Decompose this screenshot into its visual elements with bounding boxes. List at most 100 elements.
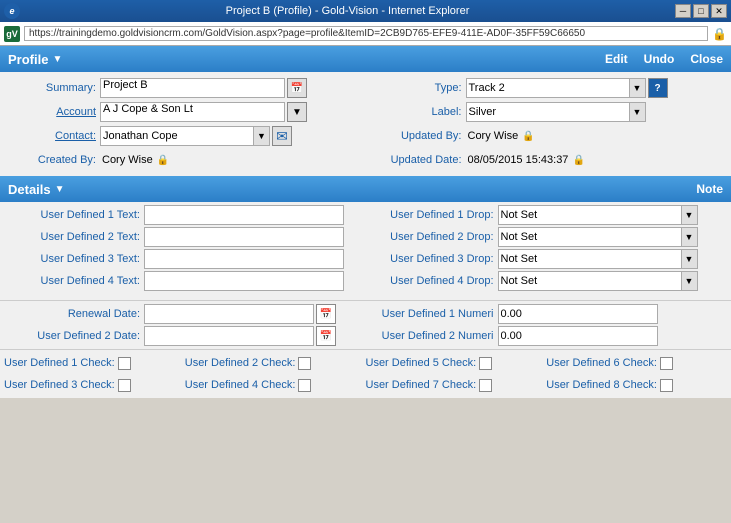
type-combo[interactable]: Track 2 ▼ xyxy=(466,78,646,98)
check-box-1-1[interactable] xyxy=(118,357,131,370)
date-input-2[interactable] xyxy=(144,326,314,346)
text-field-left-2: User Defined 2 Text: xyxy=(0,227,368,247)
details-text-drop-rows: User Defined 1 Text: User Defined 1 Drop… xyxy=(0,204,731,292)
drop-field-right-3: User Defined 3 Drop: Not Set ▼ xyxy=(368,249,731,269)
details-row-2: User Defined 2 Text: User Defined 2 Drop… xyxy=(0,226,731,248)
type-help-button[interactable]: ? xyxy=(648,78,668,98)
drop-combo-3[interactable]: Not Set ▼ xyxy=(498,249,698,269)
check-label-2-4: User Defined 8 Check: xyxy=(546,379,657,391)
check-item-1-2: User Defined 2 Check: xyxy=(185,357,366,370)
check-box-2-1[interactable] xyxy=(118,379,131,392)
drop-combo-2[interactable]: Not Set ▼ xyxy=(498,227,698,247)
label-label: Label: xyxy=(366,106,466,118)
drop-combo-4[interactable]: Not Set ▼ xyxy=(498,271,698,291)
numeric-input-2[interactable] xyxy=(498,326,658,346)
check-box-2-2[interactable] xyxy=(298,379,311,392)
account-input[interactable]: A J Cope & Son Lt xyxy=(100,102,285,122)
text-label-2: User Defined 2 Text: xyxy=(4,231,144,243)
check-label-2-3: User Defined 7 Check: xyxy=(366,379,477,391)
check-item-2-2: User Defined 4 Check: xyxy=(185,379,366,392)
details-row-3: User Defined 3 Text: User Defined 3 Drop… xyxy=(0,248,731,270)
minimize-button[interactable]: ─ xyxy=(675,4,691,18)
drop-combo-arrow-1[interactable]: ▼ xyxy=(681,206,697,224)
drop-combo-1[interactable]: Not Set ▼ xyxy=(498,205,698,225)
type-label: Type: xyxy=(366,82,466,94)
label-combo-arrow[interactable]: ▼ xyxy=(629,103,645,121)
created-by-row: Created By: Cory Wise 🔒 Updated Date: 08… xyxy=(0,148,731,172)
drop-combo-arrow-2[interactable]: ▼ xyxy=(681,228,697,246)
profile-title: Profile ▼ xyxy=(8,52,62,67)
profile-dropdown-icon[interactable]: ▼ xyxy=(52,54,62,65)
note-button[interactable]: Note xyxy=(696,182,723,196)
drop-label-1: User Defined 1 Drop: xyxy=(368,209,498,221)
check-box-1-3[interactable] xyxy=(479,357,492,370)
contact-label[interactable]: Contact: xyxy=(0,130,100,142)
contact-left: Contact: Jonathan Cope ▼ ✉ xyxy=(0,126,366,146)
account-picker-button[interactable]: ▼ xyxy=(287,102,307,122)
date-left-1: Renewal Date: 📅 xyxy=(0,304,368,324)
check-rows: User Defined 1 Check: User Defined 2 Che… xyxy=(0,352,731,396)
summary-input[interactable]: Project B xyxy=(100,78,285,98)
text-input-4[interactable] xyxy=(144,271,344,291)
check-box-2-4[interactable] xyxy=(660,379,673,392)
date-picker-btn-1[interactable]: 📅 xyxy=(316,304,336,324)
contact-combo[interactable]: Jonathan Cope ▼ xyxy=(100,126,270,146)
check-box-1-2[interactable] xyxy=(298,357,311,370)
check-item-1-4: User Defined 6 Check: xyxy=(546,357,727,370)
summary-picker-button[interactable]: 📅 xyxy=(287,78,307,98)
url-bar[interactable]: https://trainingdemo.goldvisioncrm.com/G… xyxy=(24,26,708,41)
ie-icon: e xyxy=(4,3,20,19)
type-combo-arrow[interactable]: ▼ xyxy=(629,79,645,97)
date-numeric-rows: Renewal Date: 📅 User Defined 1 Numeri Us… xyxy=(0,303,731,347)
browser-logo: gV xyxy=(4,26,20,42)
type-right: Type: Track 2 ▼ ? xyxy=(366,78,731,98)
text-input-1[interactable] xyxy=(144,205,344,225)
date-picker-btn-2[interactable]: 📅 xyxy=(316,326,336,346)
details-row-4: User Defined 4 Text: User Defined 4 Drop… xyxy=(0,270,731,292)
contact-combo-arrow[interactable]: ▼ xyxy=(253,127,269,145)
check-row-2: User Defined 3 Check: User Defined 4 Che… xyxy=(0,374,731,396)
numeric-label-2: User Defined 2 Numeri xyxy=(368,330,498,342)
date-label-2: User Defined 2 Date: xyxy=(4,330,144,342)
label-combo[interactable]: Silver ▼ xyxy=(466,102,646,122)
updated-date-right: Updated Date: 08/05/2015 15:43:37 🔒 xyxy=(366,154,731,166)
check-label-2-2: User Defined 4 Check: xyxy=(185,379,296,391)
drop-combo-arrow-4[interactable]: ▼ xyxy=(681,272,697,290)
drop-label-2: User Defined 2 Drop: xyxy=(368,231,498,243)
account-label[interactable]: Account xyxy=(0,106,100,118)
window-controls: ─ □ ✕ xyxy=(675,4,727,18)
close-button[interactable]: Close xyxy=(690,52,723,66)
profile-actions: Edit Undo Close xyxy=(605,52,723,66)
details-section-header: Details ▼ Note xyxy=(0,176,731,202)
contact-email-button[interactable]: ✉ xyxy=(272,126,292,146)
numeric-input-1[interactable] xyxy=(498,304,658,324)
check-item-2-3: User Defined 7 Check: xyxy=(366,379,547,392)
date-input-1[interactable] xyxy=(144,304,314,324)
profile-section-header: Profile ▼ Edit Undo Close xyxy=(0,46,731,72)
details-dropdown-icon[interactable]: ▼ xyxy=(55,184,65,195)
text-input-2[interactable] xyxy=(144,227,344,247)
maximize-button[interactable]: □ xyxy=(693,4,709,18)
updated-date-lock-icon: 🔒 xyxy=(572,155,584,166)
check-box-2-3[interactable] xyxy=(479,379,492,392)
text-field-left-1: User Defined 1 Text: xyxy=(0,205,368,225)
check-box-1-4[interactable] xyxy=(660,357,673,370)
close-window-button[interactable]: ✕ xyxy=(711,4,727,18)
text-label-4: User Defined 4 Text: xyxy=(4,275,144,287)
label-right: Label: Silver ▼ xyxy=(366,102,731,122)
drop-combo-arrow-3[interactable]: ▼ xyxy=(681,250,697,268)
details-form: User Defined 1 Text: User Defined 1 Drop… xyxy=(0,202,731,398)
summary-left: Summary: Project B 📅 xyxy=(0,78,366,98)
profile-form: Summary: Project B 📅 Type: Track 2 ▼ ? A… xyxy=(0,72,731,176)
account-left: Account A J Cope & Son Lt ▼ xyxy=(0,102,366,122)
text-input-3[interactable] xyxy=(144,249,344,269)
check-item-1-3: User Defined 5 Check: xyxy=(366,357,547,370)
updated-date-value: 08/05/2015 15:43:37 xyxy=(466,154,571,166)
text-field-left-4: User Defined 4 Text: xyxy=(0,271,368,291)
drop-label-3: User Defined 3 Drop: xyxy=(368,253,498,265)
created-by-lock-icon: 🔒 xyxy=(157,155,169,166)
text-field-left-3: User Defined 3 Text: xyxy=(0,249,368,269)
undo-button[interactable]: Undo xyxy=(644,52,675,66)
edit-button[interactable]: Edit xyxy=(605,52,628,66)
updated-by-value: Cory Wise xyxy=(466,130,521,142)
